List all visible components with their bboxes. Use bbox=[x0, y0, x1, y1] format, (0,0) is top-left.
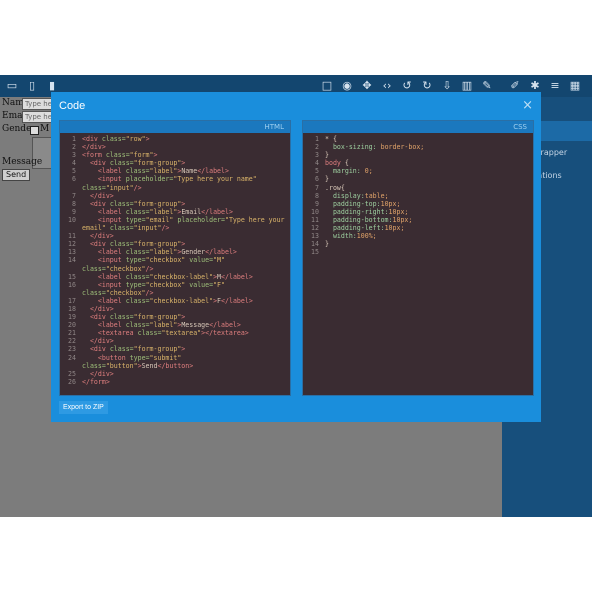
email-input[interactable]: Type he bbox=[22, 111, 54, 123]
html-code-panel[interactable]: HTML 1 <div class="row"> 2 </div> 3 <form c… bbox=[59, 120, 291, 396]
undo-icon[interactable]: ↺ bbox=[400, 79, 414, 93]
message-label: Message bbox=[2, 157, 43, 167]
menu-icon[interactable]: ≡ bbox=[548, 79, 562, 93]
square-icon[interactable]: □ bbox=[320, 79, 334, 93]
close-icon[interactable]: × bbox=[522, 98, 533, 113]
export-zip-button[interactable]: Export to ZIP bbox=[59, 401, 108, 414]
import-icon[interactable]: ⇩ bbox=[440, 79, 454, 93]
gear-icon[interactable]: ✱ bbox=[528, 79, 542, 93]
modal-title: Code bbox=[59, 100, 86, 112]
code-icon[interactable]: ‹› bbox=[380, 79, 394, 93]
redo-icon[interactable]: ↻ bbox=[420, 79, 434, 93]
checkbox-m-label: M bbox=[40, 124, 50, 134]
checkbox-m[interactable] bbox=[30, 126, 39, 135]
tablet-icon[interactable]: ▯ bbox=[25, 79, 39, 93]
html-code[interactable]: 1 <div class="row"> 2 </div> 3 <form class=… bbox=[60, 135, 290, 395]
css-code-panel[interactable]: CSS 1 * { 2 box-sizing: border-box; 3} 4b… bbox=[302, 120, 534, 396]
code-modal: Code × HTML 1 <div class="row"> 2 </div> 3… bbox=[51, 92, 541, 422]
desktop-icon[interactable]: ▭ bbox=[5, 79, 19, 93]
trash-icon[interactable]: ▥ bbox=[460, 79, 474, 93]
eye-icon[interactable]: ◉ bbox=[340, 79, 354, 93]
html-panel-label: HTML bbox=[60, 121, 290, 133]
edit-icon[interactable]: ✎ bbox=[480, 79, 494, 93]
fullscreen-icon[interactable]: ✥ bbox=[360, 79, 374, 93]
send-button[interactable]: Send bbox=[2, 169, 31, 181]
brush-icon[interactable]: ✐ bbox=[508, 79, 522, 93]
css-panel-label: CSS bbox=[303, 121, 533, 133]
mobile-icon[interactable]: ▮ bbox=[45, 79, 59, 93]
css-code[interactable]: 1 * { 2 box-sizing: border-box; 3} 4 body … bbox=[303, 135, 533, 395]
grid-icon[interactable]: ▦ bbox=[568, 79, 582, 93]
name-input[interactable]: Type he bbox=[22, 98, 54, 110]
